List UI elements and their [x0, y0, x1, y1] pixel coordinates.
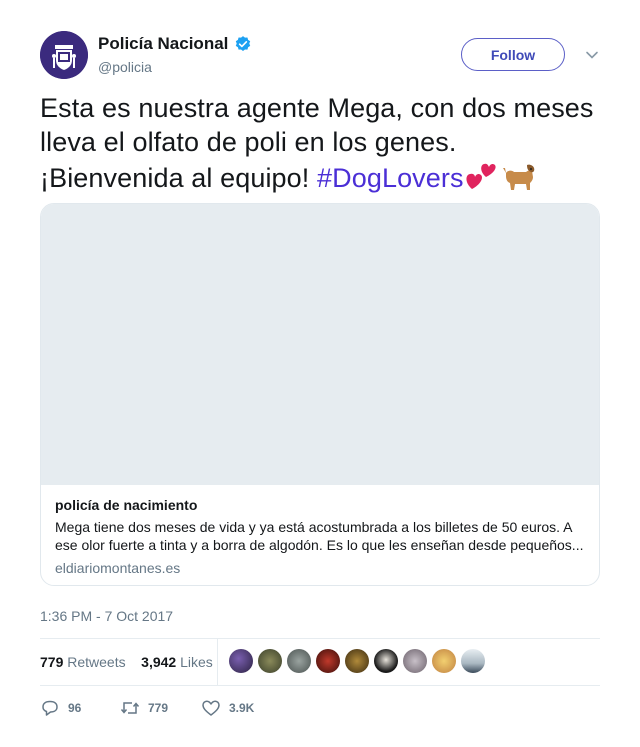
like-count: 3.9K	[229, 701, 255, 715]
like-button[interactable]: 3.9K	[201, 699, 254, 717]
retweet-button[interactable]: 779	[120, 699, 168, 717]
likes-stat[interactable]: 3,942 Likes	[141, 654, 213, 670]
card-title[interactable]: policía de nacimiento	[55, 497, 197, 513]
verified-badge-icon	[236, 36, 251, 51]
two-hearts-icon	[464, 159, 498, 201]
tweet-text: Esta es nuestra agente Mega, con dos mes…	[40, 91, 600, 201]
police-badge-icon	[40, 31, 88, 79]
display-name[interactable]: Policía Nacional	[98, 34, 228, 54]
link-card[interactable]: policía de nacimiento Mega tiene dos mes…	[40, 203, 600, 586]
liker-avatars	[229, 649, 485, 673]
timestamp[interactable]: 1:36 PM - 7 Oct 2017	[40, 608, 173, 624]
retweets-label: Retweets	[67, 654, 126, 670]
liker-avatar[interactable]	[345, 649, 369, 673]
divider	[40, 685, 600, 686]
liker-avatar[interactable]	[403, 649, 427, 673]
liker-avatar[interactable]	[374, 649, 398, 673]
likes-label: Likes	[180, 654, 213, 670]
liker-avatar[interactable]	[258, 649, 282, 673]
likes-count: 3,942	[141, 654, 177, 670]
reply-icon	[42, 700, 58, 716]
reply-count: 96	[68, 701, 82, 715]
liker-avatar[interactable]	[229, 649, 253, 673]
retweets-stat[interactable]: 779 Retweets	[40, 654, 126, 670]
display-name-row[interactable]: Policía Nacional	[98, 34, 252, 54]
divider	[40, 638, 600, 639]
card-image[interactable]	[41, 204, 599, 485]
hashtag-link[interactable]: #DogLovers	[317, 163, 464, 193]
card-description[interactable]: Mega tiene dos meses de vida y ya está a…	[55, 518, 587, 554]
reply-button[interactable]: 96	[40, 699, 81, 717]
liker-avatar[interactable]	[316, 649, 340, 673]
avatar[interactable]	[40, 31, 88, 79]
chevron-down-icon[interactable]	[585, 48, 599, 62]
follow-button[interactable]: Follow	[461, 38, 565, 71]
liker-avatar[interactable]	[432, 649, 456, 673]
heart-icon	[202, 700, 220, 716]
dog-icon	[498, 159, 538, 201]
stats-row: 779 Retweets 3,942 Likes	[40, 654, 213, 670]
retweets-count: 779	[40, 654, 64, 670]
liker-avatar[interactable]	[287, 649, 311, 673]
retweet-count: 779	[148, 701, 169, 715]
liker-avatar[interactable]	[461, 649, 485, 673]
handle[interactable]: @policia	[98, 59, 152, 75]
card-domain[interactable]: eldiariomontanes.es	[55, 560, 180, 576]
retweet-icon	[120, 702, 140, 714]
divider	[217, 639, 218, 685]
